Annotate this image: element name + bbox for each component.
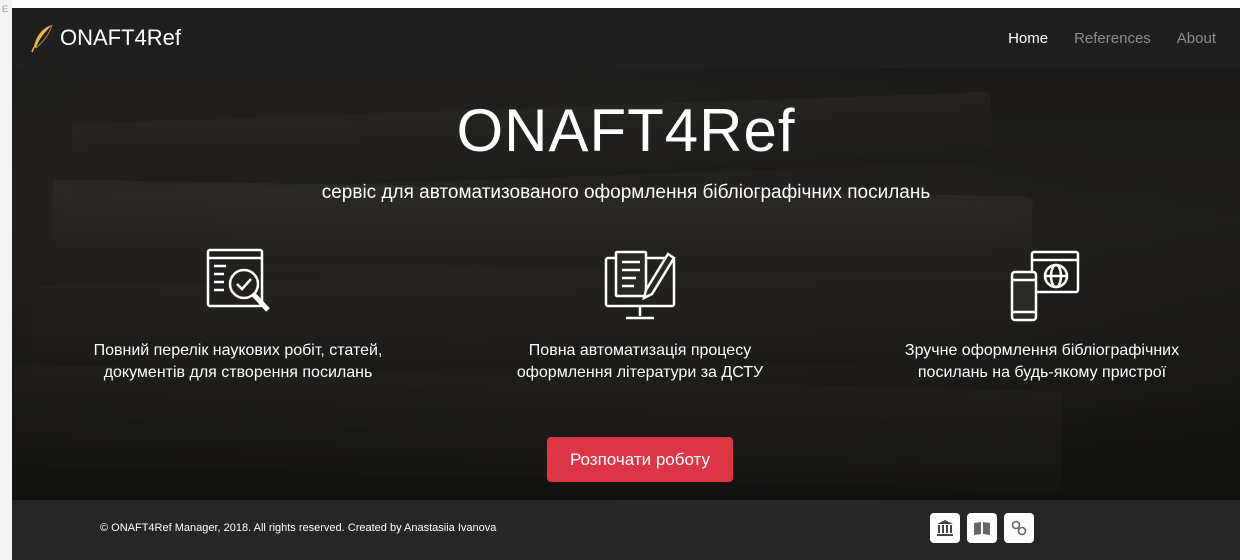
hero: ONAFT4Ref сервіс для автоматизованого оф… [12,68,1240,500]
page: ONAFT4Ref Home References About ONAFT4Re… [12,8,1240,560]
navbar: ONAFT4Ref Home References About [12,8,1240,68]
book-icon [974,522,990,535]
start-work-button[interactable]: Розпочати роботу [547,437,733,482]
monitor-document-pen-icon [604,250,676,320]
footer: © ONAFT4Ref Manager, 2018. All rights re… [12,500,1240,560]
quill-icon [31,24,53,53]
nav-links: Home References About [982,30,1216,47]
browser-edge: E [0,0,12,560]
hero-subtitle: сервіс для автоматизованого оформлення б… [321,182,931,203]
footer-icons [930,513,1041,543]
brand[interactable]: ONAFT4Ref [30,23,181,53]
document-search-icon [206,248,270,312]
link-icon [1011,520,1027,536]
feature-text: Повний перелік наукових робіт, статей, д… [93,342,383,381]
link-link[interactable] [1004,513,1034,543]
book-link[interactable] [967,513,997,543]
copyright-text: © ONAFT4Ref Manager, 2018. All rights re… [100,522,497,534]
hero-title: ONAFT4Ref [456,97,796,164]
feature-text: Зручне оформлення бібліографічних посила… [904,342,1180,381]
feature-card: Повна автоматизація процесу оформлення л… [490,244,790,384]
nav-about[interactable]: About [1177,30,1216,47]
nav-references[interactable]: References [1074,30,1151,47]
phone-globe-icon [1010,250,1080,322]
nav-home[interactable]: Home [1008,30,1048,47]
university-link[interactable] [930,513,960,543]
brand-name: ONAFT4Ref [60,25,182,50]
edge-mark: E [2,4,9,14]
feature-card: Зручне оформлення бібліографічних посила… [892,244,1192,384]
feature-text: Повна автоматизація процесу оформлення л… [516,342,764,381]
university-icon [937,520,953,536]
feature-card: Повний перелік наукових робіт, статей, д… [88,244,388,384]
